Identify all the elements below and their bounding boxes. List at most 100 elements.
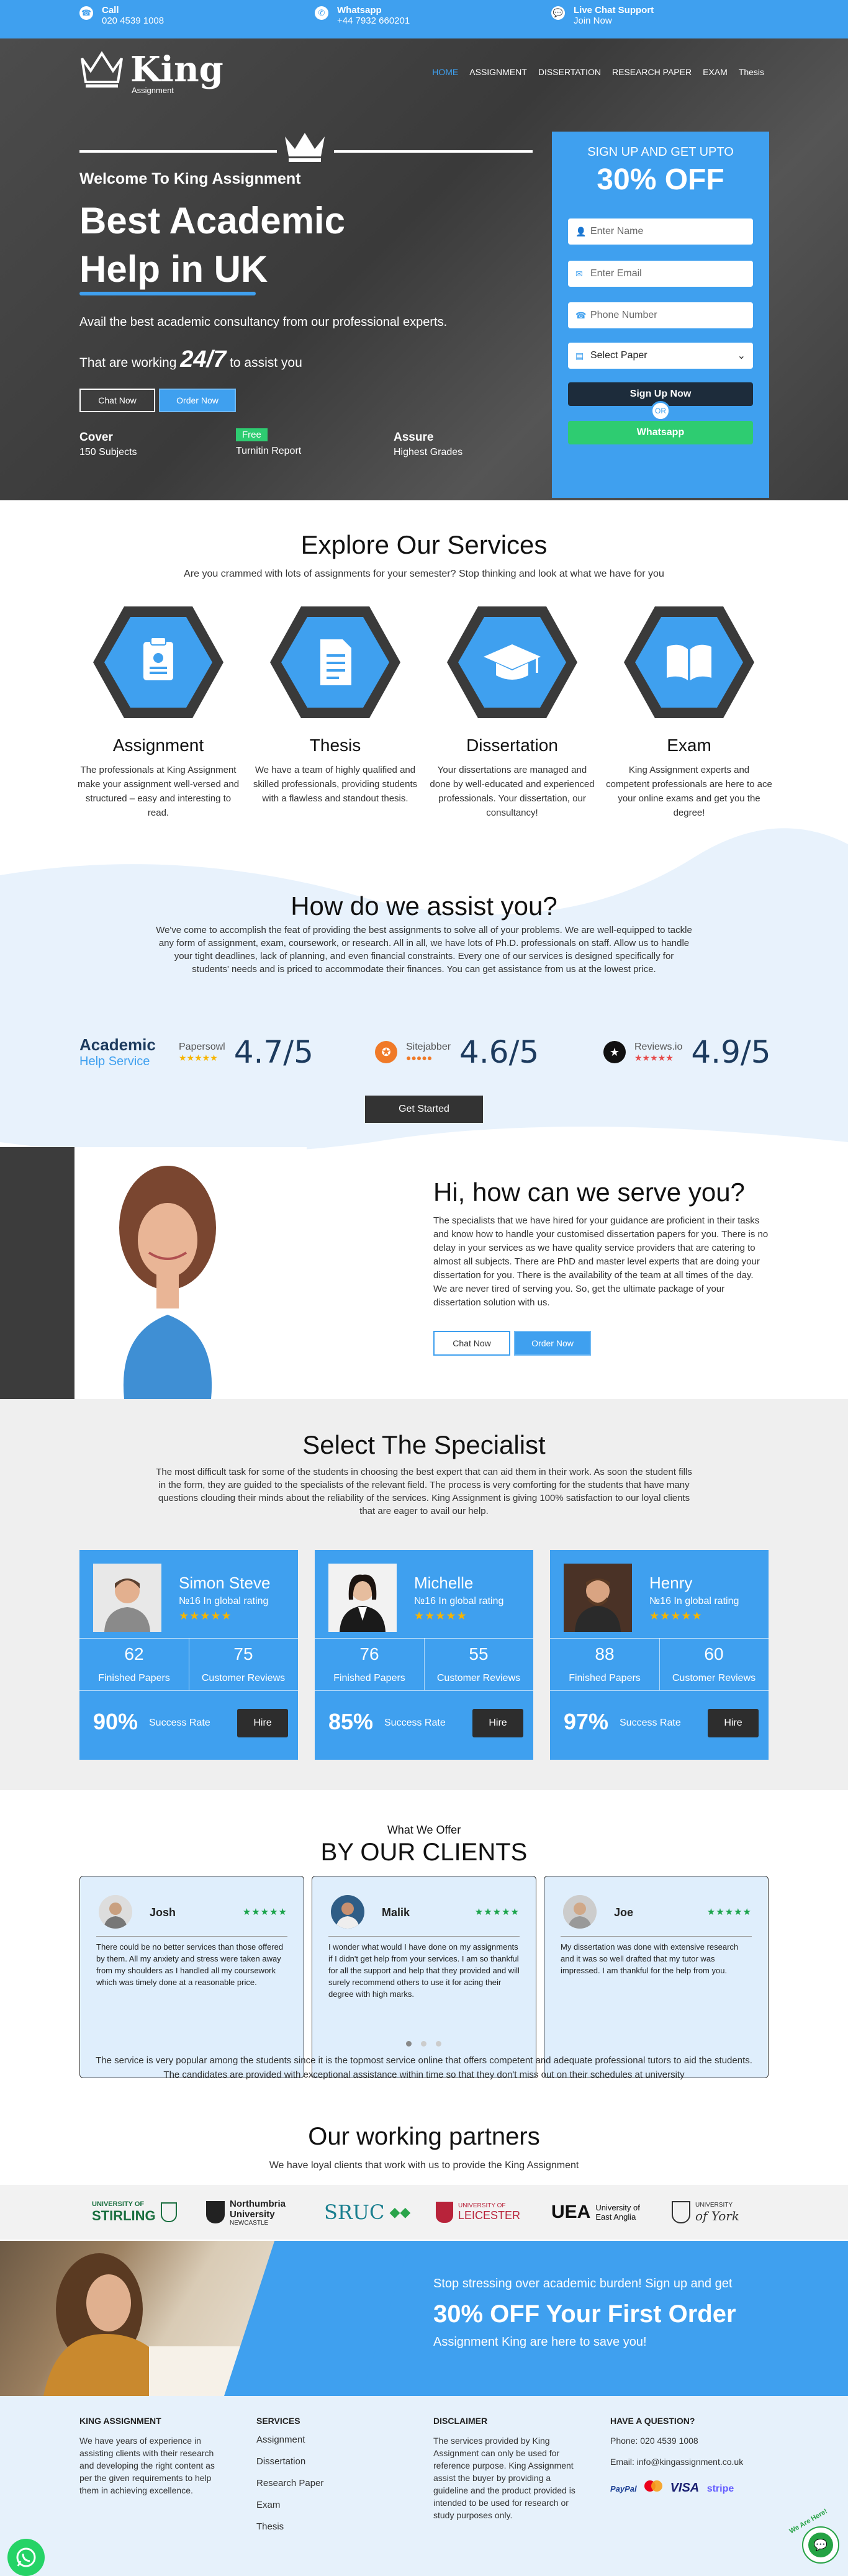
main-nav: HOME ASSIGNMENT DISSERTATION RESEARCH PA… [432, 67, 764, 77]
finished-papers-stat: 76 Finished Papers [315, 1638, 424, 1684]
hero-divider-left [79, 150, 277, 153]
footer-link-dissertation[interactable]: Dissertation [256, 2456, 405, 2467]
finished-count: 76 [359, 1644, 379, 1664]
success-rate-label: Success Rate [149, 1718, 210, 1728]
service-assignment[interactable]: Assignment The professionals at King Ass… [71, 603, 245, 820]
cta-line-2: 30% OFF Your First Order [433, 2300, 736, 2328]
form-heading: SIGN UP AND GET UPTO [587, 145, 734, 159]
nav-home[interactable]: HOME [432, 67, 458, 77]
serve-title: Hi, how can we serve you? [433, 1178, 745, 1207]
nav-dissertation[interactable]: DISSERTATION [538, 67, 601, 77]
hero-title-line-2: Help in UK [79, 248, 268, 290]
footer-link-exam[interactable]: Exam [256, 2500, 405, 2510]
hire-button[interactable]: Hire [472, 1709, 523, 1737]
email-placeholder: Enter Email [590, 268, 642, 279]
service-exam[interactable]: Exam King Assignment experts and compete… [602, 603, 776, 820]
footer-email[interactable]: Email: info@kingassignment.co.uk [610, 2456, 772, 2468]
name-field[interactable]: 👤 Enter Name [568, 218, 753, 245]
hero-lead: Avail the best academic consultancy from… [79, 315, 448, 329]
footer-link-thesis[interactable]: Thesis [256, 2521, 405, 2532]
footer-disclaimer: DISCLAIMER The services provided by King… [433, 2416, 576, 2521]
footer-disclaimer-text: The services provided by King Assignment… [433, 2436, 575, 2520]
assist-title: How do we assist you? [291, 891, 557, 921]
whatsapp-number: +44 7932 660201 [337, 16, 410, 26]
nav-exam[interactable]: EXAM [703, 67, 728, 77]
logo[interactable]: King [79, 50, 223, 89]
card-divider [79, 1690, 298, 1691]
footer-about-text: We have years of experience in assisting… [79, 2436, 215, 2495]
crown-icon [285, 133, 325, 162]
live-chat-title: Live Chat Support [574, 5, 654, 16]
sitejabber-logo-icon: ✪ [375, 1041, 397, 1063]
user-icon: 👤 [575, 226, 587, 236]
form-whatsapp-button[interactable]: Whatsapp [568, 421, 753, 444]
email-field[interactable]: ✉ Enter Email [568, 261, 753, 287]
footer-phone[interactable]: Phone: 020 4539 1008 [610, 2434, 772, 2447]
sruc-logo-text: SRUC [324, 2200, 385, 2224]
nav-research-paper[interactable]: RESEARCH PAPER [612, 67, 692, 77]
whatsapp-contact[interactable]: ✆ Whatsapp +44 7932 660201 [315, 5, 410, 26]
join-now-link[interactable]: Join Now [574, 16, 612, 26]
finished-count: 62 [124, 1644, 144, 1664]
mastercard-icon [644, 2478, 663, 2494]
footer-contact: HAVE A QUESTION? Phone: 020 4539 1008 Em… [610, 2416, 772, 2497]
carousel-dot[interactable] [436, 2041, 441, 2047]
specialist-stars: ★★★★★ [414, 1610, 467, 1622]
hero-chat-now-button[interactable]: Chat Now [79, 389, 155, 412]
working-post: to assist you [230, 356, 302, 370]
phone-field[interactable]: ☎ Phone Number [568, 302, 753, 328]
carousel-dot-active[interactable] [406, 2041, 412, 2047]
serve-order-now-button[interactable]: Order Now [514, 1331, 591, 1356]
whatsapp-float-button[interactable] [7, 2539, 45, 2576]
northumbria-logo-line-2: University [230, 2209, 275, 2220]
reviews-count: 75 [233, 1644, 253, 1664]
stat-assure-title: Assure [394, 431, 434, 444]
stat-free-badge: Free [236, 428, 268, 441]
footer-link-research-paper[interactable]: Research Paper [256, 2478, 405, 2488]
sruc-leaf-icon: ◆◆ [389, 2204, 411, 2220]
working-pre: That are working [79, 356, 177, 370]
get-started-button[interactable]: Get Started [365, 1096, 483, 1123]
call-contact[interactable]: ☎ Call 020 4539 1008 [79, 5, 164, 26]
york-logo: UNIVERSITY of York [672, 2196, 739, 2228]
service-text: King Assignment experts and competent pr… [606, 765, 772, 818]
testimonial-stars: ★★★★★ [706, 1907, 752, 1917]
chat-widget-button[interactable]: We Are Here! 💬 [788, 2508, 839, 2564]
footer-about: KING ASSIGNMENT We have years of experie… [79, 2416, 228, 2497]
nav-thesis[interactable]: Thesis [739, 67, 764, 77]
success-rate-value: 90% [93, 1709, 138, 1734]
call-title: Call [102, 5, 119, 16]
hero-title-line-1: Best Academic [79, 200, 345, 241]
testimonial-name: Josh [150, 1906, 176, 1919]
clipboard-icon [93, 606, 223, 718]
service-dissertation[interactable]: Dissertation Your dissertations are mana… [425, 603, 599, 820]
serve-chat-now-button[interactable]: Chat Now [433, 1331, 510, 1356]
finished-papers-stat: 88 Finished Papers [550, 1638, 659, 1684]
reviews-label: Customer Reviews [436, 1673, 521, 1683]
northumbria-logo-line-3: NEWCASTLE [230, 2219, 269, 2227]
service-text: Your dissertations are managed and done … [430, 765, 595, 818]
payment-methods: PayPal VISA stripe [610, 2478, 772, 2497]
hero-order-now-button[interactable]: Order Now [159, 389, 236, 412]
rating-site: Reviews.io [634, 1041, 683, 1052]
services-subtitle: Are you crammed with lots of assignments… [184, 569, 664, 579]
academic-logo-line-1: Academic [79, 1035, 156, 1054]
hire-button[interactable]: Hire [237, 1709, 288, 1737]
live-chat-contact[interactable]: 💬 Live Chat Support Join Now [551, 5, 654, 26]
carousel-dot[interactable] [421, 2041, 426, 2047]
testimonial-text: I wonder what would I have done on my as… [328, 1942, 520, 1999]
avatar [564, 1564, 632, 1632]
testimonial-stars: ★★★★★ [242, 1907, 287, 1917]
footer-link-assignment[interactable]: Assignment [256, 2434, 405, 2445]
specialist-stars: ★★★★★ [649, 1610, 703, 1622]
nav-assignment[interactable]: ASSIGNMENT [469, 67, 527, 77]
uea-logo: UEA University of East Anglia [551, 2196, 640, 2228]
service-title: Thesis [309, 736, 361, 755]
finished-label: Finished Papers [333, 1673, 405, 1683]
uea-logo-line-2: University of [595, 2203, 640, 2212]
northumbria-logo-line-1: Northumbria [230, 2198, 286, 2209]
service-thesis[interactable]: Thesis We have a team of highly qualifie… [248, 603, 422, 806]
paper-select[interactable]: ▤ Select Paper ⌄ [568, 343, 753, 369]
hire-button[interactable]: Hire [708, 1709, 759, 1737]
service-title: Assignment [112, 736, 204, 755]
